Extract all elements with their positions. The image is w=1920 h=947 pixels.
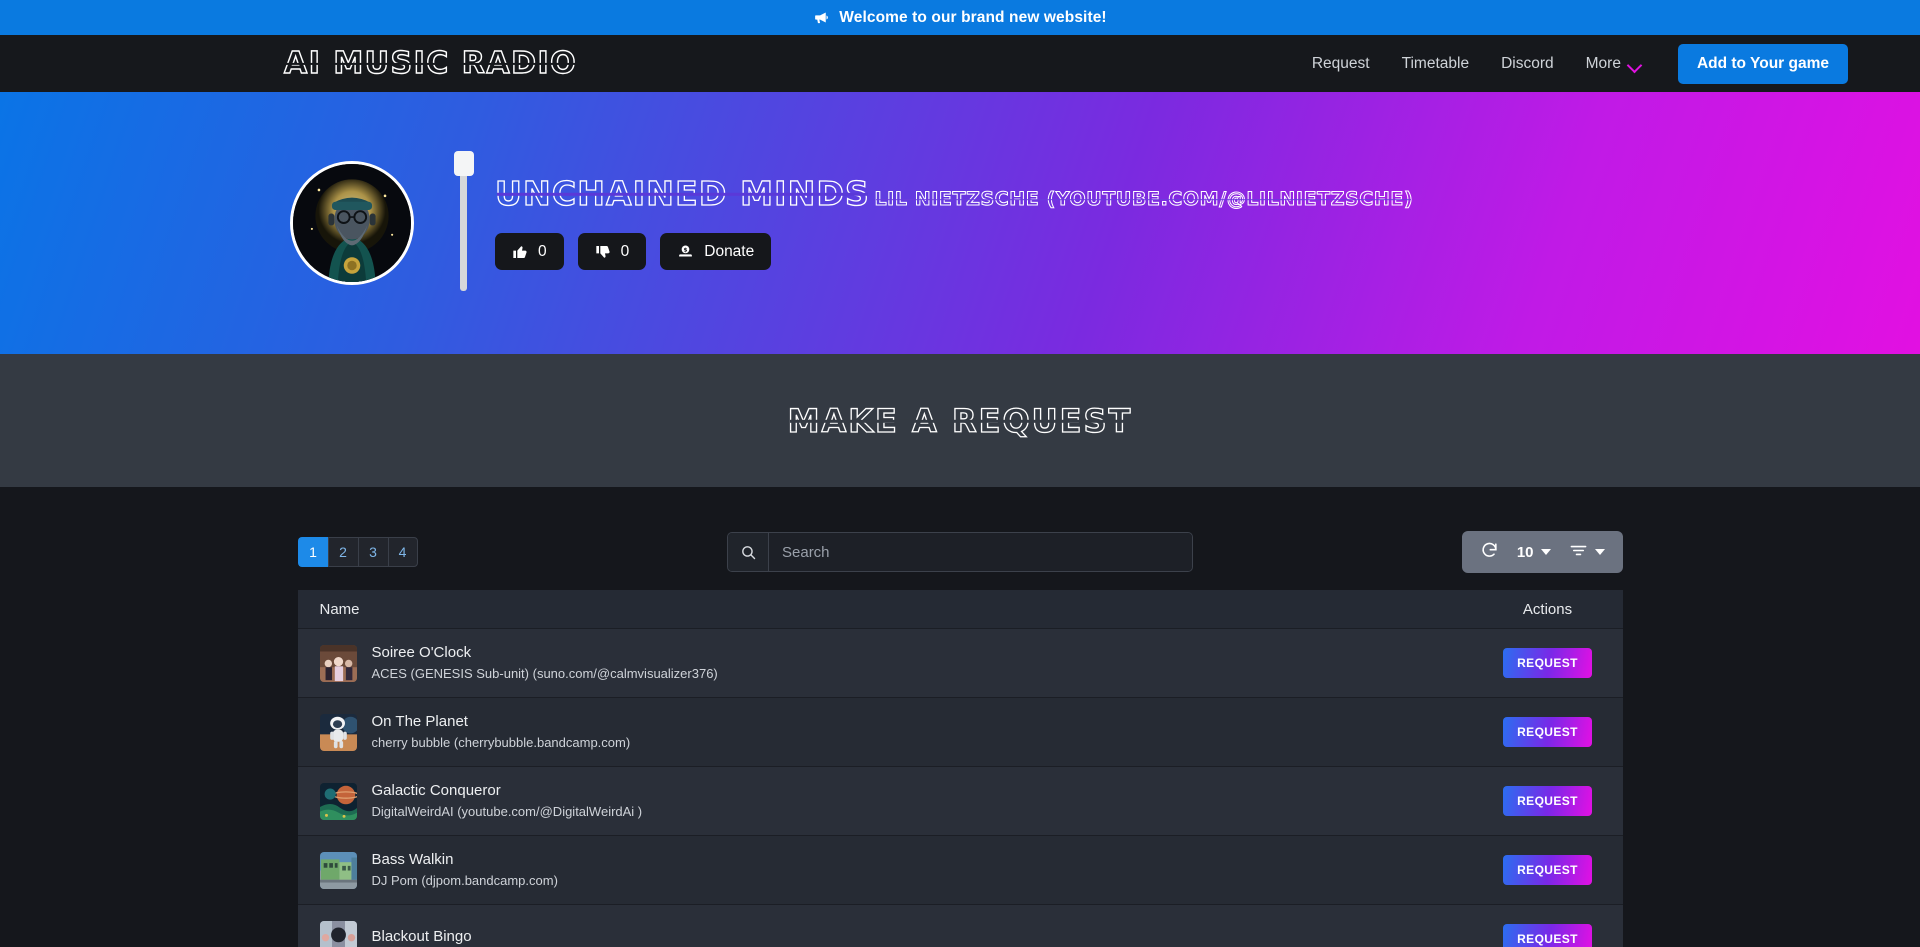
refresh-icon [1480, 541, 1499, 564]
thumbs-down-icon [595, 244, 611, 260]
track-thumbnail [319, 713, 357, 751]
filter-icon [1569, 541, 1588, 564]
track-thumbnail [319, 920, 357, 947]
request-button[interactable]: REQUEST [1503, 924, 1592, 947]
now-playing-artist: LIL NIETZSCHE (YOUTUBE.COM/@LILNIETZSCHE… [874, 187, 1414, 210]
page-title: MAKE A REQUEST [787, 401, 1133, 440]
refresh-button[interactable] [1471, 531, 1508, 573]
section-banner: MAKE A REQUEST [0, 354, 1920, 487]
site-header: AI MUSIC RADIO Request Timetable Discord… [0, 35, 1920, 92]
table-toolbar: 1 2 3 4 Search 10 [297, 531, 1623, 573]
track-title: On The Planet [371, 712, 468, 730]
avatar [290, 161, 414, 285]
row-actions: REQUEST [1473, 855, 1623, 885]
dislike-count: 0 [620, 242, 630, 260]
donate-button[interactable]: $ Donate [660, 233, 772, 271]
hero-info: UNCHAINED MINDS LIL NIETZSCHE (YOUTUBE.C… [494, 173, 1414, 271]
column-header-name: Name [319, 600, 360, 618]
caret-down-icon [1540, 549, 1551, 555]
table-row[interactable]: Galactic Conqueror DigitalWeirdAI (youtu… [297, 766, 1623, 835]
now-playing-title: UNCHAINED MINDS [494, 173, 871, 213]
hero-banner: UNCHAINED MINDS LIL NIETZSCHE (YOUTUBE.C… [0, 92, 1920, 354]
track-info: On The Planet cherry bubble (cherrybubbl… [372, 712, 631, 752]
slider-knob[interactable] [453, 151, 474, 176]
thumbs-up-icon [512, 244, 528, 260]
table-body: Soiree O'Clock ACES (GENESIS Sub-unit) (… [297, 628, 1623, 947]
announcement-text: Welcome to our brand new website! [839, 8, 1107, 26]
row-actions: REQUEST [1473, 648, 1623, 678]
nav-item-more[interactable]: More [1570, 55, 1656, 73]
track-thumbnail [319, 851, 357, 889]
table-row[interactable]: On The Planet cherry bubble (cherrybubbl… [297, 697, 1623, 766]
request-table-container: 1 2 3 4 Search 10 Name Actions Soiree O'… [297, 531, 1623, 947]
search-box [727, 532, 1193, 572]
page-button-3[interactable]: 3 [357, 537, 388, 567]
hero-actions: 0 0 $ Donate [495, 233, 1413, 271]
table-row[interactable]: Soiree O'Clock ACES (GENESIS Sub-unit) (… [297, 628, 1623, 697]
announcement-bar: Welcome to our brand new website! [0, 0, 1920, 35]
page-button-1[interactable]: 1 [297, 537, 328, 567]
page-size-value: 10 [1516, 543, 1534, 561]
filter-button[interactable] [1560, 531, 1614, 573]
track-artist: DigitalWeirdAI (youtube.com/@DigitalWeir… [371, 804, 643, 820]
track-artist: DJ Pom (djpom.bandcamp.com) [371, 873, 558, 889]
track-artist: cherry bubble (cherrybubble.bandcamp.com… [371, 735, 631, 751]
like-button[interactable]: 0 [495, 233, 564, 271]
request-button[interactable]: REQUEST [1503, 648, 1592, 678]
search-icon[interactable] [728, 533, 769, 571]
svg-text:$: $ [684, 248, 688, 254]
nav-item-timetable[interactable]: Timetable [1386, 55, 1485, 73]
search-input[interactable] [769, 533, 1192, 571]
like-count: 0 [538, 242, 547, 260]
nav-item-request[interactable]: Request [1296, 55, 1386, 73]
row-actions: REQUEST [1473, 924, 1623, 947]
row-actions: REQUEST [1473, 717, 1623, 747]
caret-down-icon [1594, 549, 1605, 555]
request-button[interactable]: REQUEST [1503, 786, 1592, 816]
column-header-actions: Actions [1522, 600, 1573, 618]
donate-label: Donate [704, 242, 755, 260]
track-info: Blackout Bingo [372, 927, 472, 947]
request-button[interactable]: REQUEST [1503, 717, 1592, 747]
table-tools: 10 [1461, 531, 1623, 573]
page-button-2[interactable]: 2 [327, 537, 358, 567]
table-row[interactable]: Blackout Bingo REQUEST [297, 904, 1623, 947]
table-header: Name Actions [297, 590, 1623, 628]
track-title: Galactic Conqueror [371, 781, 501, 799]
add-to-your-game-button[interactable]: Add to Your game [1677, 43, 1848, 84]
page-size-selector[interactable]: 10 [1508, 531, 1560, 573]
row-actions: REQUEST [1473, 786, 1623, 816]
donate-money-icon: $ [677, 243, 694, 260]
megaphone-icon [813, 9, 830, 26]
dislike-button[interactable]: 0 [577, 233, 647, 271]
nav-item-discord[interactable]: Discord [1485, 55, 1570, 73]
table-row[interactable]: Bass Walkin DJ Pom (djpom.bandcamp.com) … [297, 835, 1623, 904]
chevron-down-icon [1629, 60, 1642, 68]
track-info: Galactic Conqueror DigitalWeirdAI (youtu… [372, 781, 643, 821]
volume-slider[interactable] [453, 151, 474, 291]
track-info: Bass Walkin DJ Pom (djpom.bandcamp.com) [372, 850, 558, 890]
track-thumbnail [319, 782, 357, 820]
track-info: Soiree O'Clock ACES (GENESIS Sub-unit) (… [372, 643, 718, 683]
pagination: 1 2 3 4 [297, 537, 418, 567]
main-navigation: Request Timetable Discord More Add to Yo… [1296, 43, 1848, 84]
track-thumbnail [319, 644, 357, 682]
track-artist: ACES (GENESIS Sub-unit) (suno.com/@calmv… [371, 666, 718, 682]
track-title: Bass Walkin [371, 850, 454, 868]
nav-more-label: More [1585, 54, 1621, 72]
request-button[interactable]: REQUEST [1503, 855, 1592, 885]
track-title: Soiree O'Clock [371, 643, 472, 661]
page-button-4[interactable]: 4 [387, 537, 418, 567]
track-title: Blackout Bingo [371, 928, 472, 946]
site-logo[interactable]: AI MUSIC RADIO [283, 47, 577, 78]
main-content: 1 2 3 4 Search 10 Name Actions Soiree O'… [0, 487, 1920, 947]
